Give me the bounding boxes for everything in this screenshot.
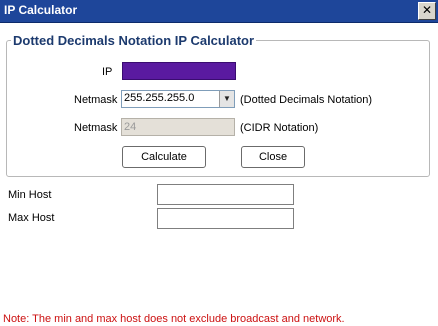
netmask-notation-hint: (Dotted Decimals Notation)	[240, 94, 373, 106]
ip-input[interactable]	[122, 62, 236, 80]
cidr-input: 24	[121, 118, 235, 136]
note-text: Note: The min and max host does not excl…	[3, 313, 345, 325]
max-host-label: Max Host	[8, 212, 55, 224]
netmask-label: Netmask	[74, 94, 118, 106]
netmask-selected-value: 255.255.255.0	[124, 92, 195, 104]
window-title: IP Calculator	[4, 3, 78, 17]
cidr-notation-hint: (CIDR Notation)	[240, 122, 319, 134]
max-host-field[interactable]	[157, 208, 294, 229]
netmask-cidr-label: Netmask	[74, 122, 118, 134]
ip-label: IP	[102, 66, 113, 78]
min-host-field[interactable]	[157, 184, 294, 205]
min-host-label: Min Host	[8, 189, 52, 201]
ip-calculator-window: IP Calculator ✕ Dotted Decimals Notation…	[0, 0, 438, 326]
calculate-button[interactable]: Calculate	[122, 146, 206, 168]
close-button[interactable]: Close	[241, 146, 305, 168]
netmask-select[interactable]: 255.255.255.0 ▼	[121, 90, 235, 108]
chevron-down-icon[interactable]: ▼	[219, 91, 234, 107]
title-bar[interactable]: IP Calculator ✕	[0, 0, 438, 23]
close-window-icon[interactable]: ✕	[418, 2, 436, 20]
group-legend: Dotted Decimals Notation IP Calculator	[13, 33, 255, 48]
